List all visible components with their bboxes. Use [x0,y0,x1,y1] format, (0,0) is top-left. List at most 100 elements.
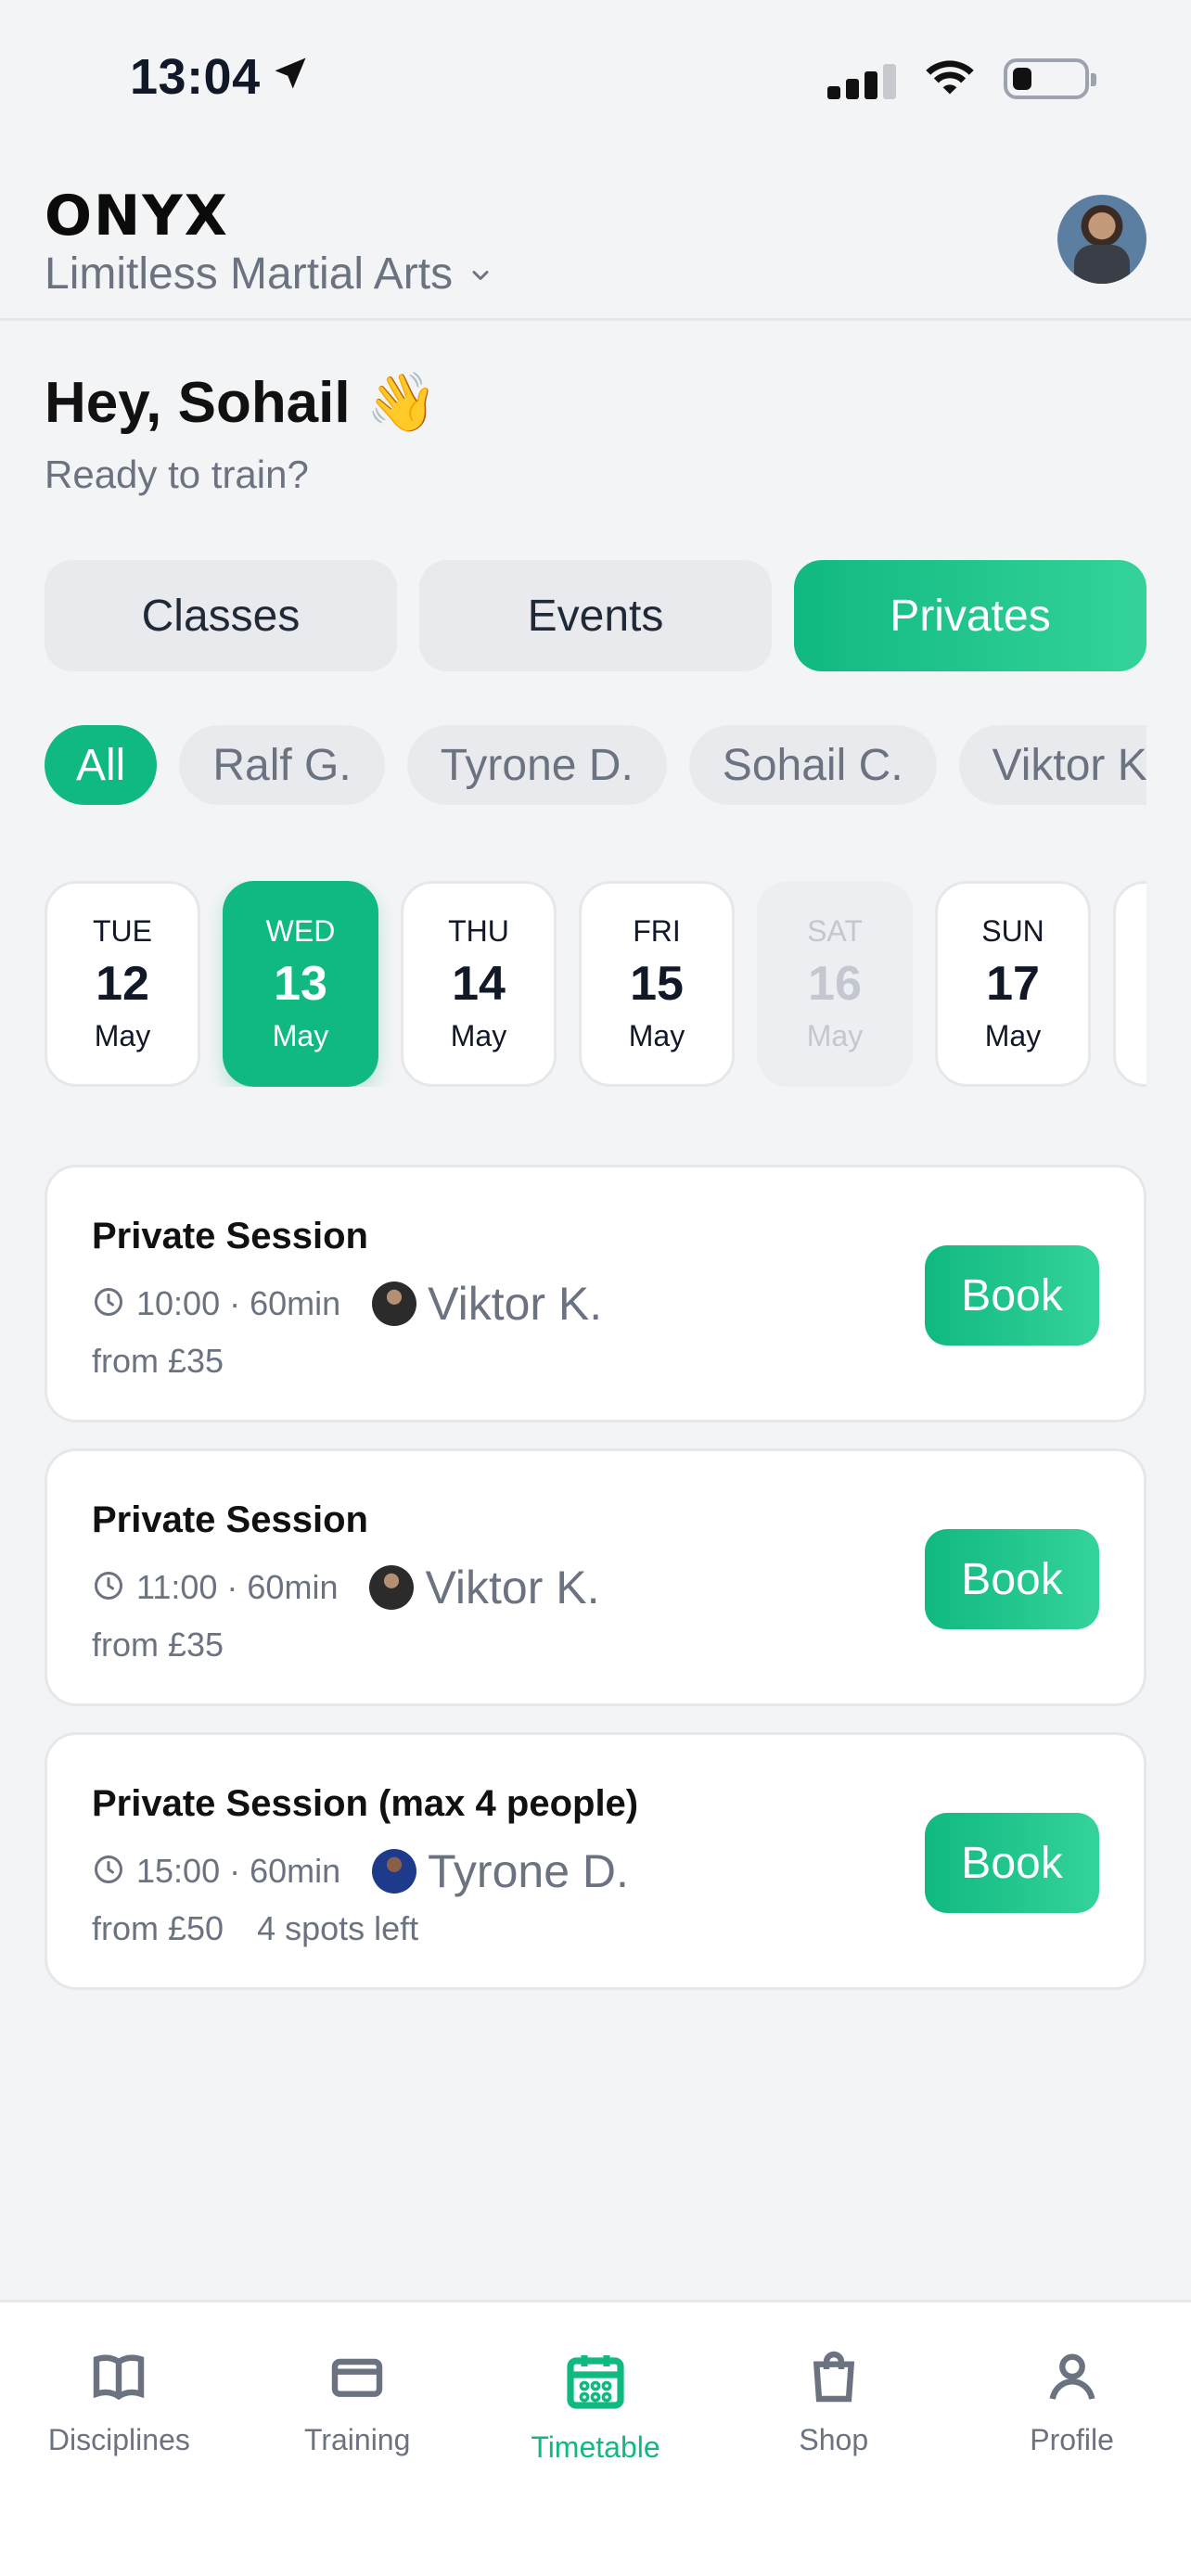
date-dow: THU [448,914,509,948]
tab-classes[interactable]: Classes [45,560,397,671]
greeting-subtitle: Ready to train? [45,453,309,496]
nav-label: Profile [1030,2423,1114,2456]
session-time: 15:00 · 60min [136,1852,341,1890]
date-month: May [984,1019,1042,1052]
session-price-row: from £50 4 spots left [92,1909,418,1948]
session-title: Private Session [92,1499,368,1540]
session-list: Private Session 10:00 · 60min Viktor K. … [45,1165,1146,1990]
onyx-logo: ONYX [45,184,229,249]
session-meta: 11:00 · 60min Viktor K. [92,1561,600,1614]
book-button[interactable]: Book [925,1245,1099,1345]
date-fri-15[interactable]: FRI 15 May [579,881,735,1087]
coach: Viktor K. [369,1561,600,1614]
date-day: 15 [630,957,684,1011]
session-title: Private Session (max 4 people) [92,1783,639,1824]
session-card[interactable]: Private Session 11:00 · 60min Viktor K. … [45,1448,1146,1706]
date-tue-12[interactable]: TUE 12 May [45,881,200,1087]
status-bar: 13:04 [0,0,1191,158]
session-price: from £50 [92,1909,224,1947]
cellular-signal-icon [827,58,896,99]
gym-selector[interactable]: Limitless Martial Arts [45,249,493,300]
date-dow: WED [265,914,336,948]
date-dow: SUN [981,914,1044,948]
coach-name: Viktor K. [425,1562,600,1613]
date-dow: FRI [633,914,681,948]
coach-name: Viktor K. [428,1278,603,1330]
date-day: 16 [808,957,862,1011]
session-meta: 10:00 · 60min Viktor K. [92,1277,602,1331]
battery-icon [1004,57,1096,99]
tab-privates[interactable]: Privates [794,560,1146,671]
profile-avatar[interactable] [1057,195,1146,284]
date-day: 13 [274,957,327,1011]
nav-profile[interactable]: Profile [961,2347,1184,2465]
date-month: May [450,1019,507,1052]
filter-chip-tyrone[interactable]: Tyrone D. [406,725,667,805]
time-label: 13:04 [130,49,261,105]
bottom-nav: Disciplines Training Timetable Shop Prof… [0,2300,1191,2576]
filter-chip-viktor[interactable]: Viktor K. [958,725,1146,805]
book-button[interactable]: Book [925,1813,1099,1913]
user-icon [1049,2353,1095,2400]
nav-shop[interactable]: Shop [723,2347,945,2465]
card-icon [331,2358,383,2397]
date-wed-13[interactable]: WED 13 May [223,881,378,1087]
session-spots: 4 spots left [257,1909,419,1947]
book-button[interactable]: Book [925,1529,1099,1629]
instructor-filter: All Ralf G. Tyrone D. Sohail C. Viktor K… [45,725,1146,805]
filter-chip-ralf[interactable]: Ralf G. [179,725,385,805]
location-arrow-icon [270,48,311,106]
clock-icon [92,1569,125,1607]
date-thu-14[interactable]: THU 14 May [401,881,557,1087]
filter-chip-all[interactable]: All [45,725,158,805]
session-time: 11:00 · 60min [136,1568,339,1606]
tab-events[interactable]: Events [419,560,772,671]
gym-name: Limitless Martial Arts [45,249,454,299]
session-meta: 15:00 · 60min Tyrone D. [92,1844,629,1898]
status-indicators [827,56,1096,101]
coach-avatar [372,1282,417,1326]
date-sun-17[interactable]: SUN 17 May [935,881,1091,1087]
nav-training[interactable]: Training [246,2347,468,2465]
nav-label: Training [303,2423,411,2456]
session-price: from £35 [92,1626,224,1664]
chevron-down-icon [467,249,493,300]
date-dow: SAT [807,914,863,948]
date-next-partial[interactable] [1113,881,1146,1087]
coach: Viktor K. [372,1277,602,1331]
session-price-row: from £35 [92,1342,257,1381]
date-month: May [628,1019,685,1052]
date-month: May [806,1019,864,1052]
session-card[interactable]: Private Session 10:00 · 60min Viktor K. … [45,1165,1146,1422]
session-price: from £35 [92,1342,224,1380]
category-tabs: Classes Events Privates [45,560,1146,671]
nav-timetable[interactable]: Timetable [484,2347,707,2465]
date-sat-16: SAT 16 May [757,881,913,1087]
date-day: 12 [96,957,149,1011]
session-title: Private Session [92,1216,368,1256]
date-day: 17 [986,957,1040,1011]
filter-chip-sohail[interactable]: Sohail C. [688,725,937,805]
wifi-icon [922,56,978,101]
nav-label: Timetable [531,2430,660,2464]
nav-label: Disciplines [47,2423,190,2456]
session-card[interactable]: Private Session (max 4 people) 15:00 · 6… [45,1732,1146,1990]
date-month: May [94,1019,151,1052]
date-day: 14 [452,957,506,1011]
greeting-title: Hey, Sohail 👋 [45,371,439,435]
book-icon [94,2354,145,2401]
date-strip: TUE 12 May WED 13 May THU 14 May FRI 15 … [45,881,1146,1087]
clock-icon [92,1853,125,1891]
nav-label: Shop [799,2423,869,2456]
calendar-icon [567,2355,624,2409]
date-dow: TUE [93,914,152,948]
app-header: ONYX Limitless Martial Arts [0,158,1191,321]
coach-name: Tyrone D. [428,1845,629,1897]
status-time: 13:04 [130,48,311,106]
date-month: May [272,1019,329,1052]
bag-icon [813,2351,854,2403]
coach: Tyrone D. [372,1844,629,1898]
clock-icon [92,1285,125,1323]
nav-disciplines[interactable]: Disciplines [7,2347,230,2465]
session-time: 10:00 · 60min [136,1284,341,1322]
